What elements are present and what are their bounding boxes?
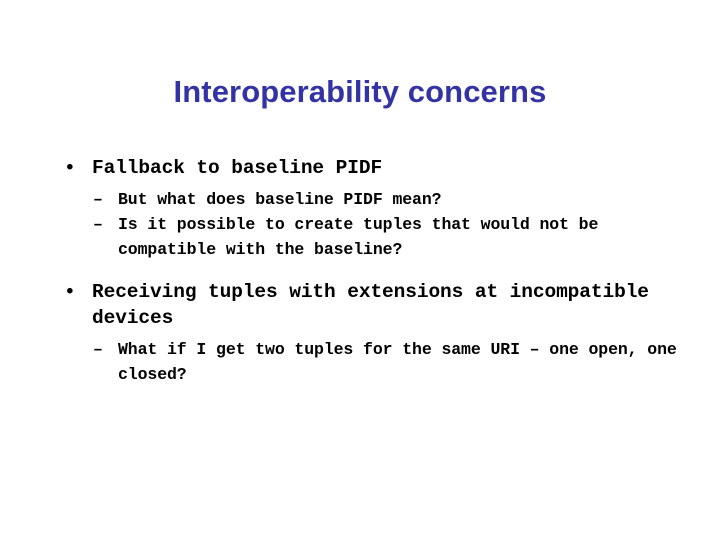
sub-bullet-text: But what does baseline PIDF mean? — [118, 190, 442, 209]
slide: Interoperability concerns • Fallback to … — [0, 0, 720, 540]
sub-bullet-item: – But what does baseline PIDF mean? — [93, 187, 680, 212]
bullet-marker-icon: • — [64, 157, 76, 179]
sub-bullet-text: Is it possible to create tuples that wou… — [118, 215, 599, 259]
sub-bullet-list: – But what does baseline PIDF mean? – Is… — [0, 187, 720, 262]
sub-bullet-item: – What if I get two tuples for the same … — [93, 337, 680, 387]
bullet-item: • Fallback to baseline PIDF — [62, 155, 674, 181]
sub-bullet-item: – Is it possible to create tuples that w… — [93, 212, 680, 262]
bullet-group: • Fallback to baseline PIDF – But what d… — [0, 155, 720, 262]
sub-bullet-marker-icon: – — [93, 340, 103, 359]
bullet-text: Receiving tuples with extensions at inco… — [92, 281, 649, 329]
bullet-text: Fallback to baseline PIDF — [92, 157, 383, 179]
bullet-item: • Receiving tuples with extensions at in… — [62, 279, 674, 331]
sub-bullet-text: What if I get two tuples for the same UR… — [118, 340, 677, 384]
slide-title: Interoperability concerns — [173, 74, 547, 109]
slide-body: • Fallback to baseline PIDF – But what d… — [0, 155, 720, 387]
sub-bullet-list: – What if I get two tuples for the same … — [0, 337, 720, 387]
sub-bullet-marker-icon: – — [93, 215, 103, 234]
bullet-marker-icon: • — [64, 281, 76, 303]
sub-bullet-marker-icon: – — [93, 190, 103, 209]
bullet-group: • Receiving tuples with extensions at in… — [0, 279, 720, 387]
